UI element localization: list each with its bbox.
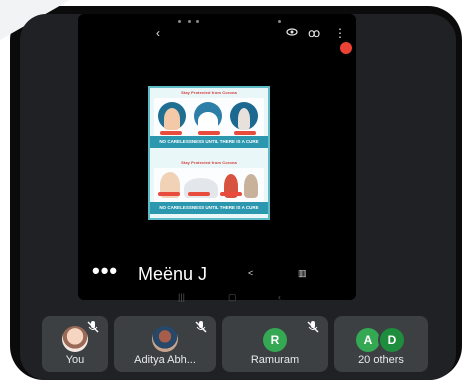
poster-banner-top: NO CARELESSNESS UNTIL THERE IS A CURE xyxy=(150,136,268,148)
participant-tile-you[interactable]: You xyxy=(42,316,108,372)
avatar: R xyxy=(263,328,287,352)
recording-indicator xyxy=(340,42,352,54)
trash-icon[interactable]: ▥ xyxy=(298,268,307,279)
mic-off-icon xyxy=(307,321,319,333)
mic-off-icon xyxy=(87,321,99,333)
participant-name: You xyxy=(65,354,85,366)
more-horiz-icon[interactable]: ••• xyxy=(92,258,118,284)
participant-tile-ramuram[interactable]: R Ramuram xyxy=(222,316,328,372)
presenter-bar: ••• Meënu J < ▥ xyxy=(78,258,356,292)
avatar xyxy=(62,326,88,352)
avatar xyxy=(152,326,178,352)
meet-call-area: ‹ ꝏ ⋮ Stay Protected from Corona NO CARE… xyxy=(20,14,456,380)
shared-poster: Stay Protected from Corona NO CARELESSNE… xyxy=(148,86,270,220)
participant-name: Aditya Abh... xyxy=(134,354,196,366)
poster-title-bottom: Stay Protected from Corona xyxy=(181,160,237,165)
avatar: A xyxy=(356,328,380,352)
participant-tile-aditya[interactable]: Aditya Abh... xyxy=(114,316,216,372)
poster-illustration-top xyxy=(154,98,264,136)
avatar: D xyxy=(378,326,406,354)
recent-apps-icon[interactable]: ||| xyxy=(178,292,185,302)
chevron-left-icon[interactable]: ‹ xyxy=(156,26,160,40)
status-indicator xyxy=(278,20,281,23)
status-indicator xyxy=(178,20,181,23)
system-nav-bar: ||| ▢ ‹ xyxy=(78,292,356,304)
presenter-name: Meënu J xyxy=(138,264,208,284)
status-indicator xyxy=(188,20,191,23)
eye-icon[interactable] xyxy=(286,26,298,40)
screen-share-panel[interactable]: ‹ ꝏ ⋮ Stay Protected from Corona NO CARE… xyxy=(78,14,356,302)
share-icon[interactable]: < xyxy=(248,268,253,278)
back-icon[interactable]: ‹ xyxy=(278,292,281,302)
pin-icon[interactable]: ꝏ xyxy=(308,26,320,40)
poster-title-top: Stay Protected from Corona xyxy=(181,90,237,95)
participant-tile-others[interactable]: A D 20 others xyxy=(334,316,428,372)
poster-banner-bottom: NO CARELESSNESS UNTIL THERE IS A CURE xyxy=(150,202,268,214)
poster-illustration-bottom xyxy=(154,168,264,202)
participant-name: 20 others xyxy=(358,354,404,366)
more-vert-icon[interactable]: ⋮ xyxy=(334,26,346,40)
home-icon[interactable]: ▢ xyxy=(228,292,237,303)
status-indicator xyxy=(196,20,199,23)
mic-off-icon xyxy=(195,321,207,333)
participant-name: Ramuram xyxy=(250,354,300,366)
